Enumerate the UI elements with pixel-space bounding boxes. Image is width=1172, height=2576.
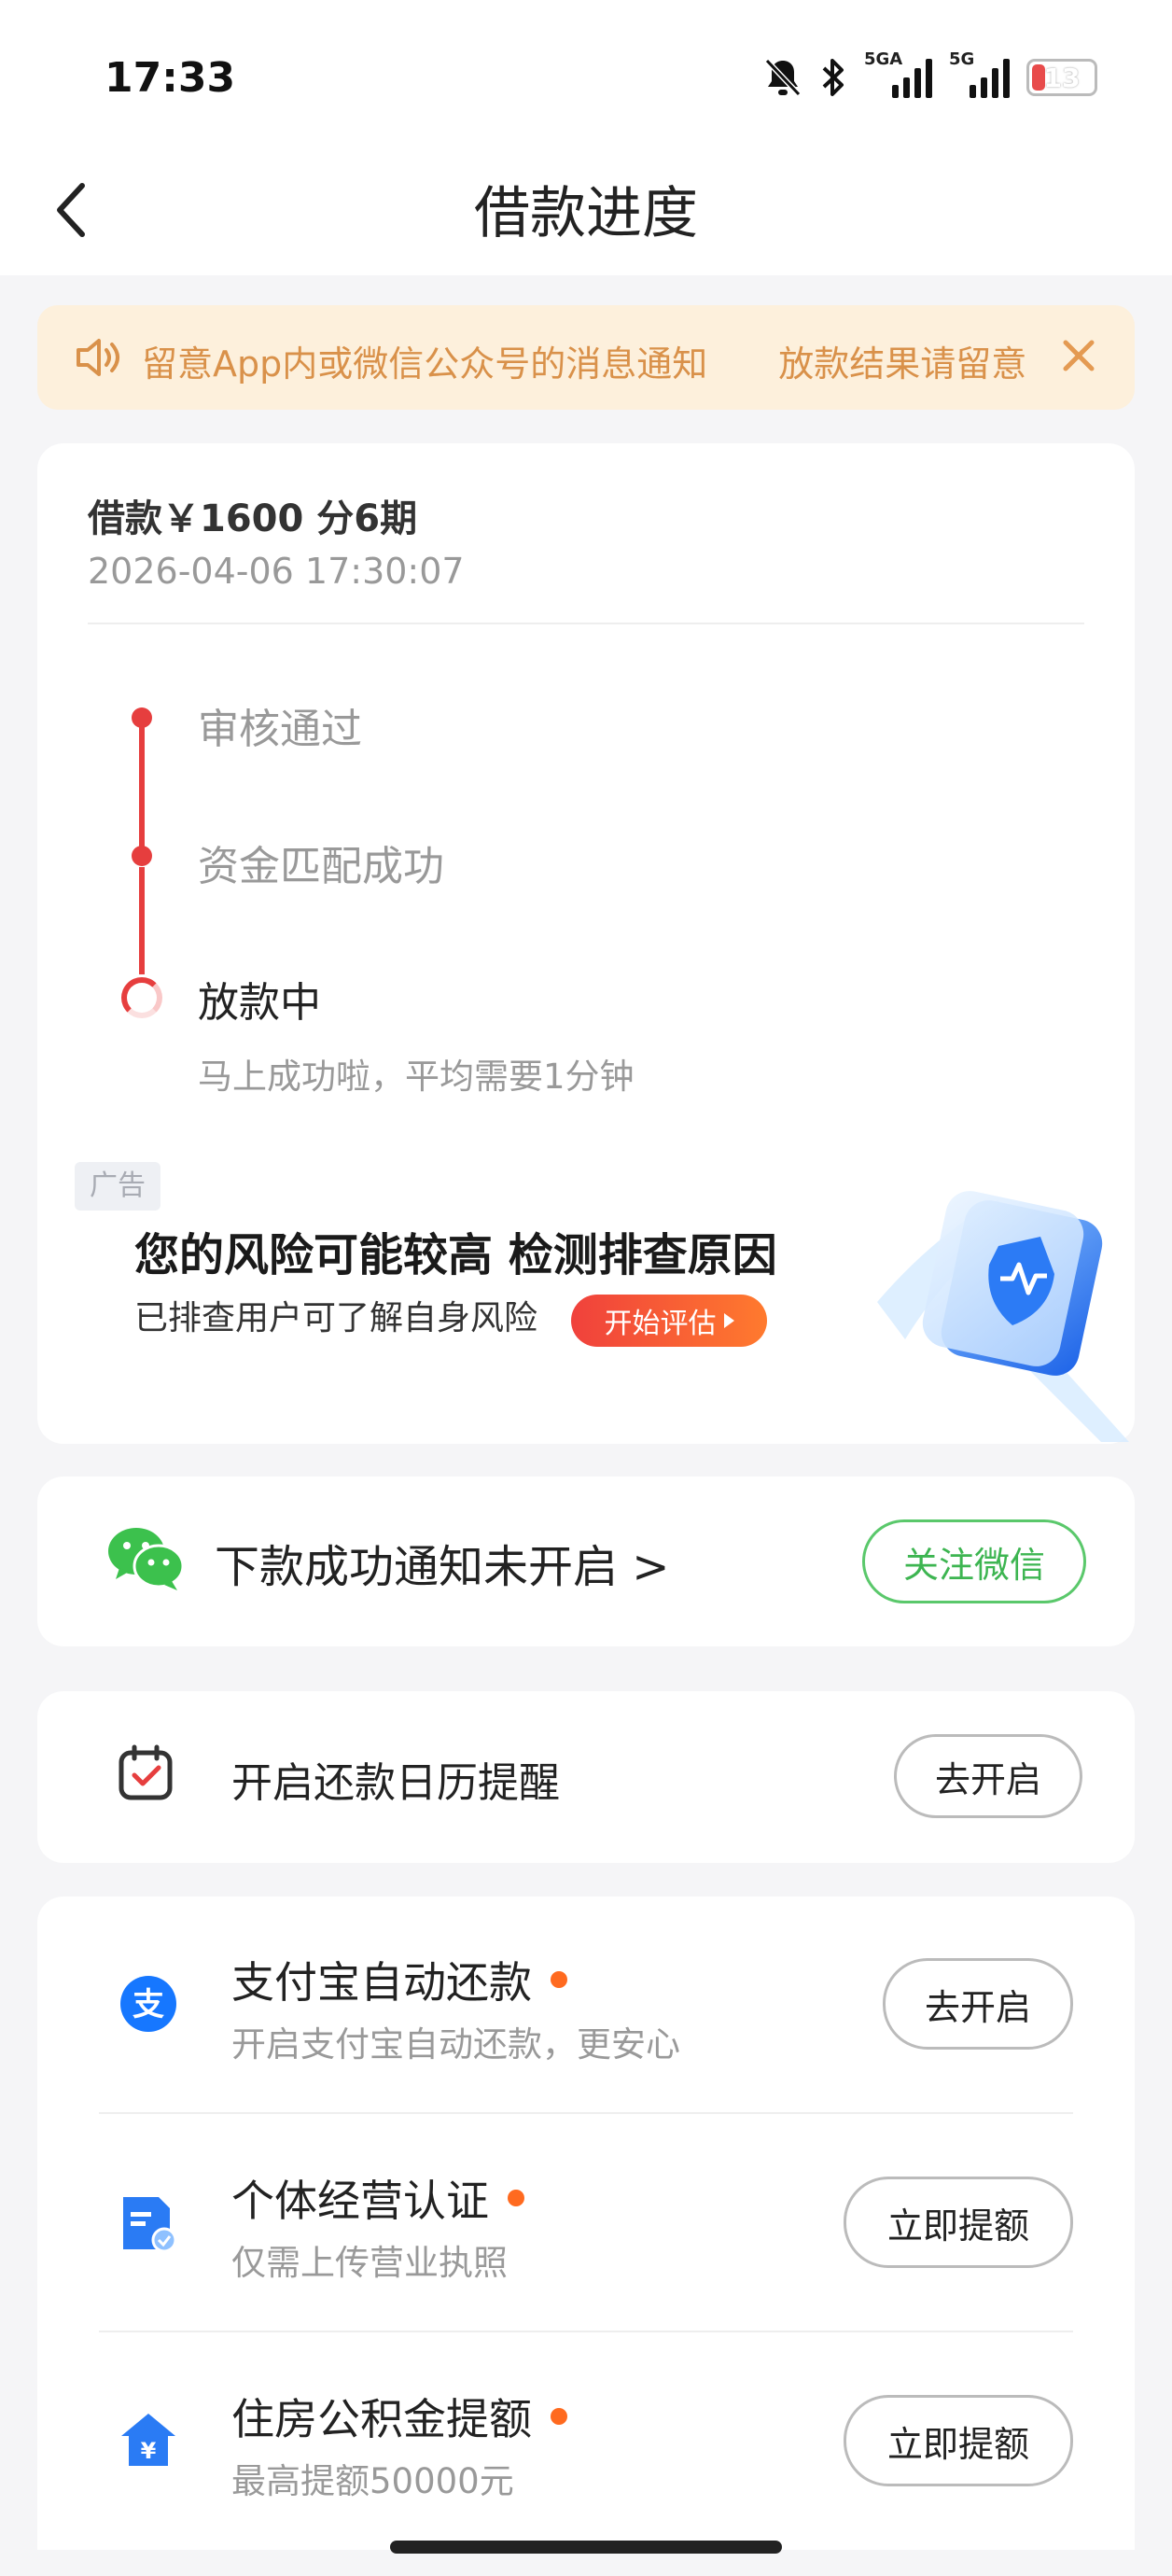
list-item: 个体经营认证 仅需上传营业执照 立即提额 xyxy=(37,2115,1135,2333)
ad-tag: 广告 xyxy=(75,1162,160,1211)
new-badge xyxy=(551,2408,567,2425)
calendar-reminder-text: 开启还款日历提醒 xyxy=(231,1759,560,1807)
service-title: 个体经营认证 xyxy=(231,2167,524,2229)
home-indicator[interactable] xyxy=(390,2541,782,2554)
step-label-2: 资金匹配成功 xyxy=(198,843,444,890)
bluetooth-icon xyxy=(822,59,844,96)
svg-text:支: 支 xyxy=(133,1986,164,2023)
follow-wechat-button[interactable]: 关注微信 xyxy=(862,1519,1086,1603)
housing-fund-icon: ¥ xyxy=(121,2414,175,2466)
status-bar: 17:33 5GA 5G 13 xyxy=(0,0,1172,149)
status-time: 17:33 xyxy=(105,54,236,102)
signal-5g-icon: 5G xyxy=(949,49,1010,98)
service-title-text: 住房公积金提额 xyxy=(231,2394,532,2444)
business-license-icon xyxy=(123,2197,177,2253)
calendar-check-icon xyxy=(119,1744,173,1800)
step-label-3: 放款中 xyxy=(198,979,321,1027)
svg-text:¥: ¥ xyxy=(141,2438,157,2464)
business-raise-limit-button[interactable]: 立即提额 xyxy=(844,2177,1073,2268)
alipay-icon: 支 xyxy=(120,1976,176,2032)
wechat-notify-link[interactable]: 下款成功通知未开启 > xyxy=(215,1530,669,1595)
wechat-icon xyxy=(108,1528,185,1590)
enable-calendar-button[interactable]: 去开启 xyxy=(894,1734,1082,1818)
ad-subtext: 已排查用户可了解自身风险 xyxy=(134,1299,538,1337)
service-title-text: 个体经营认证 xyxy=(231,2176,489,2226)
service-subtitle: 最高提额50000元 xyxy=(231,2461,514,2501)
timeline-line xyxy=(139,867,145,974)
ad-button-label: 开始评估 xyxy=(604,1308,717,1340)
new-badge xyxy=(551,1971,567,1988)
loan-amount: 借款￥1600 分6期 xyxy=(88,497,418,540)
ad-headline[interactable]: 您的风险可能较高 检测排查原因 xyxy=(134,1218,777,1283)
play-arrow-icon xyxy=(723,1313,734,1328)
signal-5ga-icon: 5GA xyxy=(864,49,932,98)
service-subtitle: 仅需上传营业执照 xyxy=(231,2243,508,2283)
loan-time: 2026-04-06 17:30:07 xyxy=(88,551,465,592)
speaker-icon xyxy=(77,339,119,376)
list-item: ¥ 住房公积金提额 最高提额50000元 立即提额 xyxy=(37,2333,1135,2552)
notice-banner: 留意App内或微信公众号的消息通知 放款结果请留意 xyxy=(37,305,1135,410)
step-label-1: 审核通过 xyxy=(198,706,362,753)
timeline-dot-done xyxy=(132,707,152,728)
housing-fund-raise-limit-button[interactable]: 立即提额 xyxy=(844,2395,1073,2486)
timeline-loading-icon xyxy=(121,977,162,1018)
network-label-2: 5G xyxy=(949,49,975,69)
divider xyxy=(88,623,1084,624)
close-icon[interactable] xyxy=(1056,333,1101,378)
timeline-dot-done xyxy=(132,846,152,866)
timeline-line xyxy=(139,727,145,858)
wechat-notify-card: 下款成功通知未开启 > 关注微信 xyxy=(37,1477,1135,1646)
loan-progress-card: 借款￥1600 分6期 2026-04-06 17:30:07 审核通过 资金匹… xyxy=(37,443,1135,1444)
services-card: 支 支付宝自动还款 开启支付宝自动还款，更安心 去开启 个体经营认证 仅需上传营… xyxy=(37,1897,1135,2550)
alipay-enable-button[interactable]: 去开启 xyxy=(883,1958,1073,2050)
new-badge xyxy=(508,2190,524,2206)
battery-level: 13 xyxy=(1043,62,1081,93)
service-title: 住房公积金提额 xyxy=(231,2386,567,2447)
service-title: 支付宝自动还款 xyxy=(231,1949,567,2010)
step-sub-3: 马上成功啦，平均需要1分钟 xyxy=(198,1057,635,1097)
notice-text: 留意App内或微信公众号的消息通知 放款结果请留意 xyxy=(142,343,1027,385)
start-assessment-button[interactable]: 开始评估 xyxy=(571,1295,767,1347)
network-label-1: 5GA xyxy=(864,49,903,69)
service-title-text: 支付宝自动还款 xyxy=(231,1957,532,2008)
divider xyxy=(99,2112,1073,2114)
nav-bar: 借款进度 xyxy=(0,149,1172,275)
service-subtitle: 开启支付宝自动还款，更安心 xyxy=(231,2024,680,2065)
status-icons: 5GA 5G 13 xyxy=(763,49,1097,101)
shield-card-icon xyxy=(877,1191,1129,1442)
page-title: 借款进度 xyxy=(474,181,698,246)
calendar-reminder-card: 开启还款日历提醒 去开启 xyxy=(37,1691,1135,1863)
divider xyxy=(99,2331,1073,2332)
battery-icon: 13 xyxy=(1026,59,1097,96)
list-item: 支 支付宝自动还款 开启支付宝自动还款，更安心 去开启 xyxy=(37,1897,1135,2115)
bell-off-icon xyxy=(764,58,802,97)
